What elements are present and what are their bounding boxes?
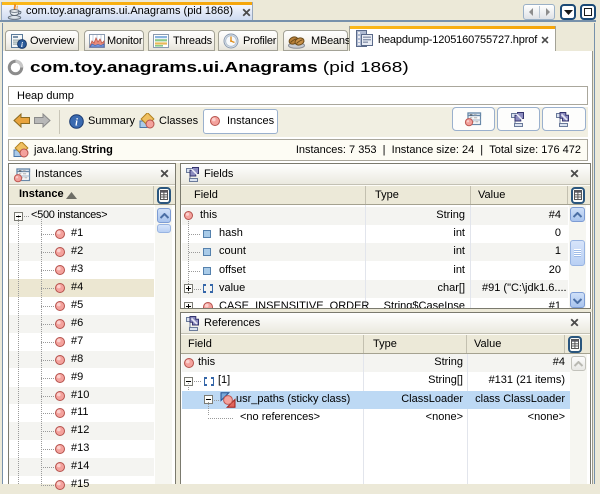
svg-text:i: i — [75, 118, 78, 129]
svg-text:i: i — [21, 41, 23, 49]
